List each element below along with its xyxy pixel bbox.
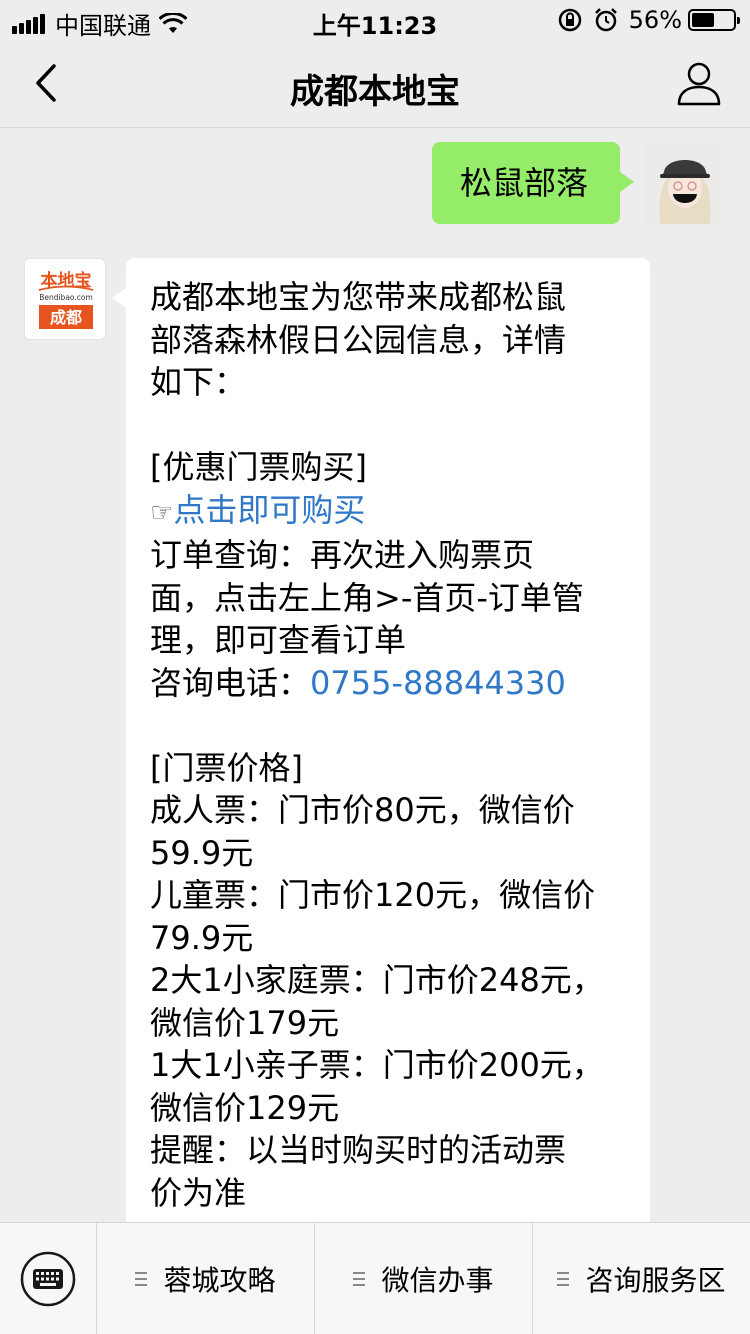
phone-label: 咨询电话： [150,663,311,702]
menu-lines-icon [557,1272,570,1286]
menu-item-label: 微信办事 [381,1264,494,1297]
price-line: 微信价129元 [150,1088,340,1127]
battery-fill [692,13,715,27]
sent-message-bubble[interactable]: 松鼠部落 [432,142,634,224]
user-avatar[interactable] [644,142,726,224]
person-icon[interactable] [676,60,722,106]
bot-avatar[interactable]: 本地宝 Bendibao.com 成都 [24,258,106,340]
order-line: 面，点击左上角>-首页-订单管 [150,578,584,617]
intro-line: 如下： [150,363,247,401]
phone-row: 咨询电话：0755-88844330 [150,662,626,705]
menu-item-consult-service[interactable]: 咨询服务区 [533,1223,750,1334]
price-line: 2大1小家庭票：门市价248元， [150,961,604,999]
battery-percent: 56% [628,6,682,34]
battery-icon [688,9,740,31]
buy-link[interactable]: 点击即可购买 [173,491,365,529]
order-line: 订单查询：再次进入购票页 [150,536,535,574]
orientation-lock-icon [558,8,581,32]
ticket-section-header: [优惠门票购买] [150,448,367,486]
bottom-menu-bar: 蓉城攻略 微信办事 咨询服务区 [0,1222,750,1334]
menu-item-label: 蓉城攻略 [163,1264,276,1297]
bendibao-logo-icon: 本地宝 Bendibao.com 成都 [25,259,105,339]
order-line: 理，即可查看订单 [150,621,407,659]
price-line: 79.9元 [150,918,254,957]
menu-lines-icon [135,1272,148,1286]
status-bar: 中国联通 上午11:23 56% [0,0,750,40]
menu-item-label: 咨询服务区 [585,1264,726,1297]
logo-city-text: 成都 [50,308,82,327]
price-line: 微信价179元 [150,1003,340,1042]
page-title: 成都本地宝 [290,72,460,112]
intro-line: 成都本地宝为您带来成都松鼠 [150,278,567,316]
price-line: 儿童票：门市价120元，微信价 [150,876,596,914]
menu-lines-icon [353,1272,366,1286]
nav-bar: 成都本地宝 [0,40,750,128]
keyboard-toggle-button[interactable] [0,1223,97,1334]
sent-message-text: 松鼠部落 [460,164,589,202]
keyboard-icon [20,1251,76,1307]
logo-domain-text: Bendibao.com [39,293,93,302]
menu-item-rongcheng-guide[interactable]: 蓉城攻略 [97,1223,315,1334]
received-message-bubble: 成都本地宝为您带来成都松鼠 部落森林假日公园信息，详情 如下： [优惠门票购买]… [112,258,650,1238]
pointing-hand-icon: ☞ [150,497,174,528]
menu-item-wechat-services[interactable]: 微信办事 [315,1223,533,1334]
price-line: 价为准 [150,1173,247,1212]
price-line: 成人票：门市价80元，微信价 [150,791,575,829]
price-line: 1大1小亲子票：门市价200元， [150,1046,604,1084]
buy-link-row: ☞点击即可购买 [150,489,626,535]
price-section-header: [门票价格] [150,748,303,787]
price-line: 提醒：以当时购买时的活动票 [150,1131,567,1169]
price-line: 59.9元 [150,833,254,872]
phone-link[interactable]: 0755-88844330 [310,664,566,702]
user-avatar-image [644,142,726,224]
intro-line: 部落森林假日公园信息，详情 [150,320,567,359]
alarm-icon [594,8,617,32]
